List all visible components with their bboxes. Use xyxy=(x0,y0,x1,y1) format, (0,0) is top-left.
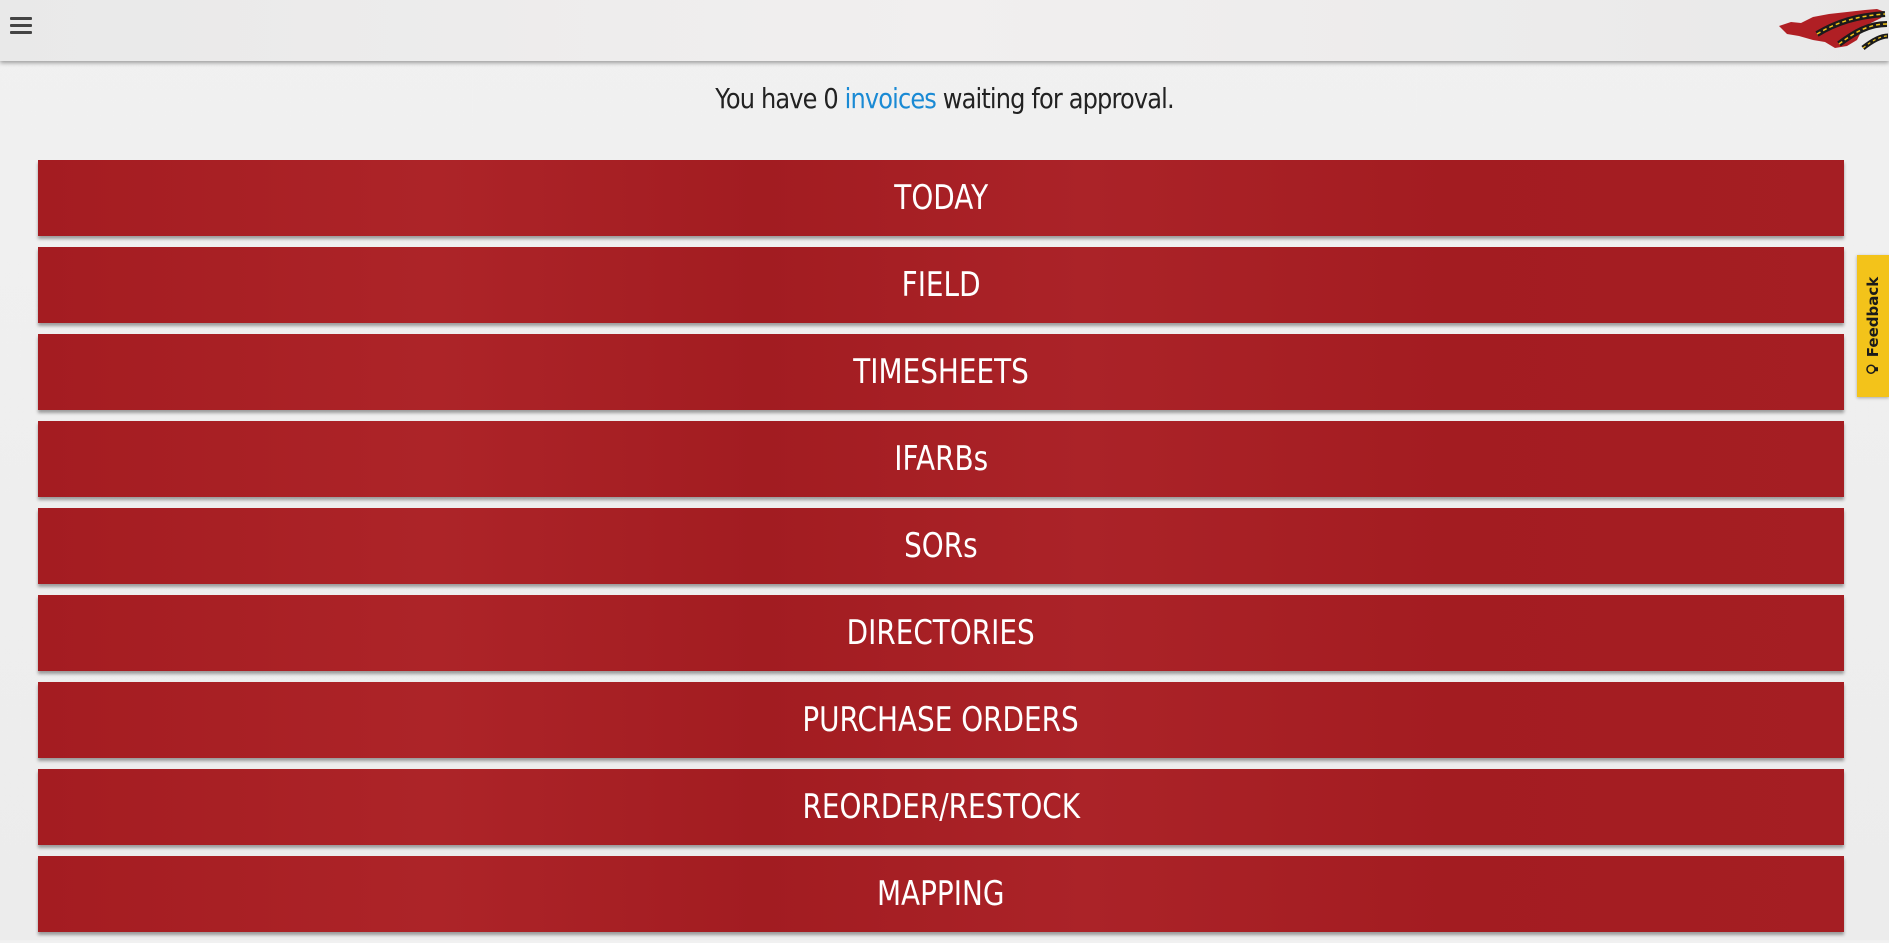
nav-button-sors[interactable]: SORs xyxy=(38,508,1844,584)
top-bar xyxy=(0,0,1889,61)
nav-button-ifarbs[interactable]: IFARBs xyxy=(38,421,1844,497)
lightbulb-icon xyxy=(1866,364,1878,374)
nav-button-label: SORs xyxy=(904,526,978,566)
invoice-approval-notice: You have 0 invoices waiting for approval… xyxy=(132,82,1757,115)
company-logo[interactable] xyxy=(1777,4,1889,52)
hamburger-menu-icon[interactable] xyxy=(10,14,34,38)
nav-button-label: DIRECTORIES xyxy=(846,613,1036,653)
nav-button-label: MAPPING xyxy=(877,874,1005,914)
nav-button-label: IFARBs xyxy=(894,439,988,479)
nav-button-label: TIMESHEETS xyxy=(853,352,1029,392)
nav-button-directories[interactable]: DIRECTORIES xyxy=(38,595,1844,671)
nav-button-label: REORDER/RESTOCK xyxy=(802,787,1080,827)
feedback-label-wrap: Feedback xyxy=(1864,277,1882,375)
invoices-link[interactable]: invoices xyxy=(845,82,937,115)
nav-button-purchase-orders[interactable]: PURCHASE ORDERS xyxy=(38,682,1844,758)
nav-button-label: FIELD xyxy=(901,265,981,305)
nav-button-label: TODAY xyxy=(894,178,988,218)
nav-button-reorder-restock[interactable]: REORDER/RESTOCK xyxy=(38,769,1844,845)
nav-button-label: PURCHASE ORDERS xyxy=(802,700,1080,740)
nav-button-today[interactable]: TODAY xyxy=(38,160,1844,236)
notice-prefix: You have 0 xyxy=(715,82,845,115)
nav-button-timesheets[interactable]: TIMESHEETS xyxy=(38,334,1844,410)
nav-button-field[interactable]: FIELD xyxy=(38,247,1844,323)
feedback-tab[interactable]: Feedback xyxy=(1857,255,1889,397)
main-nav-list: TODAY FIELD TIMESHEETS IFARBs SORs DIREC… xyxy=(38,160,1844,943)
feedback-text: Feedback xyxy=(1864,276,1882,358)
notice-suffix: waiting for approval. xyxy=(935,82,1175,115)
nav-button-mapping[interactable]: MAPPING xyxy=(38,856,1844,932)
